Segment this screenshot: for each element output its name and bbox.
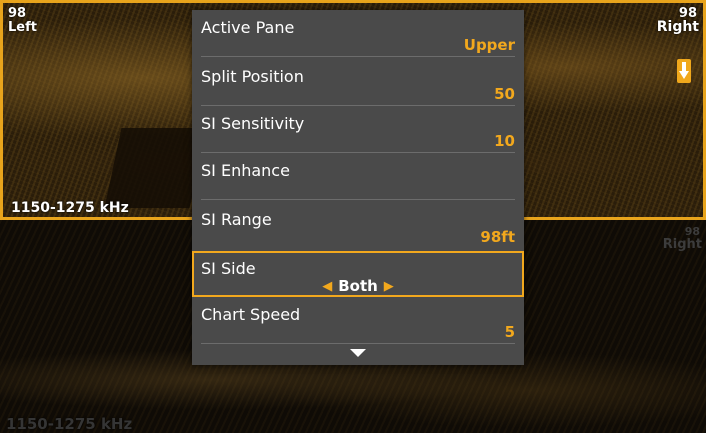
menu-item-value: 5 — [504, 323, 515, 341]
upper-left-side-label: Left — [8, 20, 37, 35]
menu-item-label: SI Sensitivity — [201, 114, 305, 133]
arrow-left-icon[interactable]: ◀ — [322, 279, 332, 294]
si-side-selector[interactable]: ◀ Both ▶ — [194, 277, 522, 295]
menu-item-label: Chart Speed — [201, 305, 301, 324]
divider — [201, 199, 515, 200]
arrow-right-icon[interactable]: ▶ — [384, 279, 394, 294]
menu-item-value: 50 — [494, 85, 515, 103]
upper-frequency-label: 1150-1275 kHz — [11, 200, 129, 216]
menu-item-value: 10 — [494, 132, 515, 150]
menu-item-value: 98ft — [480, 228, 515, 246]
menu-item-label: SI Enhance — [201, 161, 290, 180]
divider — [201, 56, 515, 57]
menu-item-label: Split Position — [201, 67, 304, 86]
lower-right-side-label: Right — [662, 237, 702, 252]
divider — [201, 343, 515, 344]
menu-item-active-pane[interactable]: Active Pane Upper — [192, 10, 524, 57]
menu-item-si-sensitivity[interactable]: SI Sensitivity 10 — [192, 106, 524, 153]
chevron-down-icon[interactable] — [350, 349, 366, 357]
menu-item-si-enhance[interactable]: SI Enhance — [192, 153, 524, 200]
sonar-settings-menu: Active Pane Upper Split Position 50 SI S… — [192, 10, 524, 365]
arrow-down-icon — [677, 59, 691, 83]
menu-item-value: Upper — [463, 36, 515, 54]
menu-item-label: SI Side — [201, 259, 256, 278]
menu-item-split-position[interactable]: Split Position 50 — [192, 59, 524, 106]
menu-item-label: Active Pane — [201, 18, 295, 37]
menu-item-chart-speed[interactable]: Chart Speed 5 — [192, 297, 524, 344]
si-side-value: Both — [338, 277, 378, 295]
lower-frequency-label: 1150-1275 kHz — [6, 415, 133, 433]
menu-item-si-range[interactable]: SI Range 98ft — [192, 202, 524, 249]
upper-right-side-label: Right — [656, 19, 699, 35]
menu-item-si-side[interactable]: SI Side ◀ Both ▶ — [192, 251, 524, 297]
menu-item-label: SI Range — [201, 210, 272, 229]
upper-left-depth: 98 — [8, 6, 27, 21]
